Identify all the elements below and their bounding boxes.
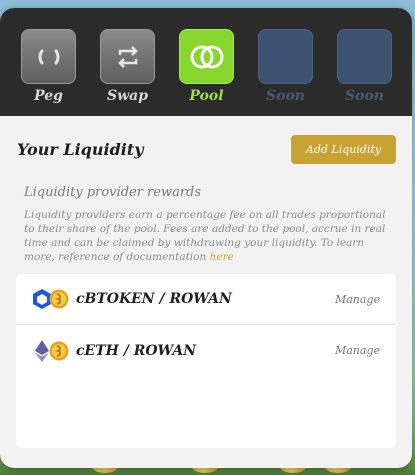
peg-tile[interactable] [21,29,76,84]
nav-item-pool[interactable]: Pool [179,29,234,116]
rewards-description: Liquidity providers earn a percentage fe… [24,208,388,264]
nav-item-peg[interactable]: Peg [21,29,76,116]
documentation-link[interactable]: here [210,251,234,263]
pool-pair: cETH / ROWAN [76,342,197,359]
placeholder-tile [337,29,392,84]
nav-label-peg: Peg [34,88,63,104]
pool-icon [190,45,223,68]
pair-icons [32,287,72,311]
add-liquidity-button[interactable]: Add Liquidity [291,135,396,164]
top-nav: Peg Swap Pool Soon Soon [0,8,412,116]
pool-list: cBTOKEN / ROWAN Manage cETH / ROWAN Mana… [16,274,396,448]
nav-label-pool: Pool [189,88,224,104]
manage-link[interactable]: Manage [335,293,380,306]
nav-item-swap[interactable]: Swap [100,29,155,116]
swap-tile[interactable] [100,29,155,84]
page-title: Your Liquidity [17,140,144,159]
pair-icons [32,339,72,363]
swap-icon [117,45,138,68]
liquidity-header: Your Liquidity Add Liquidity [0,116,412,168]
nav-item-soon-2: Soon [337,29,392,116]
rowan-icon [49,289,69,309]
nav-item-soon-1: Soon [258,29,313,116]
liquidity-panel: Peg Swap Pool Soon Soon Your Liquidity A… [0,8,412,468]
peg-icon [38,49,59,64]
pool-tile[interactable] [179,29,234,84]
ethereum-icon [35,339,49,362]
rowan-icon [49,341,69,360]
pool-pair: cBTOKEN / ROWAN [76,291,232,307]
nav-label-soon: Soon [266,88,305,104]
nav-label-soon: Soon [345,88,384,104]
pool-row[interactable]: cETH / ROWAN Manage [16,325,396,376]
manage-link[interactable]: Manage [335,344,380,357]
rewards-title: Liquidity provider rewards [24,185,202,200]
rewards-section: Liquidity provider rewards Liquidity pro… [0,168,412,264]
rewards-text: Liquidity providers earn a percentage fe… [24,209,386,263]
placeholder-tile [258,29,313,84]
nav-label-swap: Swap [106,88,149,104]
pool-row[interactable]: cBTOKEN / ROWAN Manage [16,274,396,325]
